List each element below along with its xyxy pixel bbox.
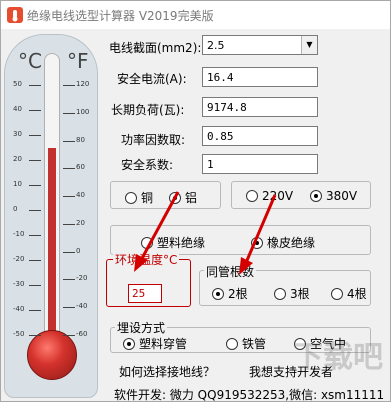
fahrenheit-tick-label: 120 [76, 80, 90, 88]
chevron-down-icon[interactable]: ▼ [301, 36, 317, 54]
wire-section-value: 2.5 [207, 39, 225, 52]
svg-text:下载吧: 下载吧 [293, 340, 383, 375]
celsius-tick [29, 110, 41, 111]
app-window: 绝缘电线选型计算器 V2019完美版 °C °F 50 40 30 20 10 0 -10-… [0, 0, 391, 402]
laying-method-label: 埋设方式 [115, 319, 168, 336]
radio-plastic-conduit[interactable]: 塑料穿管 [123, 335, 187, 352]
power-factor-field[interactable]: 0.85 [202, 126, 318, 146]
safety-factor-label: 安全系数: [121, 158, 174, 172]
fahrenheit-tick [63, 279, 75, 281]
celsius-tick [29, 310, 41, 311]
annotation-arrow-temp [134, 191, 180, 272]
celsius-tick-label: -50 [13, 330, 25, 338]
fahrenheit-tick [63, 140, 75, 142]
radio-4-wires[interactable]: 4根 [331, 285, 367, 302]
radio-aluminum-label: 铝 [185, 191, 198, 205]
celsius-tick [29, 260, 41, 261]
wire-section-select[interactable]: 2.5 ▼ [202, 35, 318, 55]
celsius-tick-label: 20 [13, 155, 22, 163]
fahrenheit-tick [63, 85, 75, 86]
annotation-arrow-count [239, 194, 277, 275]
window-title: 绝缘电线选型计算器 V2019完美版 [27, 9, 214, 23]
celsius-tick-label: 40 [13, 105, 22, 113]
radio-plastic-conduit-dot[interactable] [123, 337, 135, 350]
celsius-tick [29, 85, 41, 86]
radio-380v[interactable]: 380V [310, 189, 357, 203]
safety-factor-field[interactable]: 1 [202, 154, 318, 174]
fahrenheit-tick-label: -20 [76, 274, 88, 283]
fahrenheit-tick [63, 223, 75, 225]
mercury-column [48, 147, 56, 345]
fahrenheit-tick [63, 251, 75, 253]
fahrenheit-tick-label: -40 [76, 302, 88, 311]
celsius-tick [29, 210, 41, 211]
title-bar: 绝缘电线选型计算器 V2019完美版 [1, 1, 390, 29]
radio-4-wires-dot[interactable] [331, 287, 343, 300]
safe-current-label: 安全电流(A): [117, 72, 187, 86]
fahrenheit-tick-label: 0 [76, 246, 81, 255]
fahrenheit-tick-label: 20 [76, 218, 85, 227]
celsius-tick-label: 50 [13, 80, 22, 88]
watermark-logo: 下载吧 [293, 340, 383, 375]
radio-iron-pipe[interactable]: 铁管 [226, 335, 266, 352]
radio-iron-pipe-label: 铁管 [242, 337, 267, 351]
fahrenheit-symbol: °F [67, 49, 89, 73]
celsius-tick-label: -40 [13, 305, 25, 313]
fahrenheit-tick-label: -60 [76, 330, 88, 338]
celsius-tick-label: 10 [13, 180, 22, 188]
long-load-field[interactable]: 9174.8 [202, 97, 318, 117]
radio-iron-pipe-dot[interactable] [226, 337, 238, 350]
celsius-tick-label: -10 [13, 230, 25, 238]
wire-section-label: 电线截面(mm2): [109, 41, 202, 55]
celsius-tick [29, 285, 41, 286]
fahrenheit-tick [63, 307, 75, 309]
safe-current-field[interactable]: 16.4 [202, 67, 318, 87]
radio-4-wires-label: 4根 [347, 287, 367, 301]
radio-2-wires[interactable]: 2根 [212, 285, 248, 302]
celsius-symbol: °C [18, 49, 42, 73]
fahrenheit-tick-label: 40 [76, 191, 85, 200]
radio-3-wires[interactable]: 3根 [274, 285, 310, 302]
celsius-tick [29, 135, 41, 136]
fahrenheit-tick-label: 60 [76, 163, 85, 172]
celsius-tick-label: -30 [13, 280, 25, 288]
developer-info: 软件开发: 微力 QQ919532253,微信: xsm11111 [114, 388, 385, 402]
thermometer: °C °F 50 40 30 20 10 0 -10 -20 -30 -40 -50 120 100 8… [4, 34, 98, 398]
radio-3-wires-dot[interactable] [274, 287, 286, 300]
long-load-label: 长期负荷(瓦): [111, 103, 185, 117]
app-icon [7, 7, 23, 23]
fahrenheit-tick [63, 168, 75, 170]
fahrenheit-tick [63, 335, 75, 336]
celsius-tick [29, 235, 41, 236]
fahrenheit-tick [63, 196, 75, 198]
radio-plastic-conduit-label: 塑料穿管 [139, 337, 188, 351]
thermometer-bulb [27, 330, 77, 380]
celsius-tick [29, 335, 41, 336]
radio-380v-label: 380V [326, 189, 358, 203]
power-factor-label: 功率因数取: [121, 133, 186, 147]
radio-3-wires-label: 3根 [290, 287, 310, 301]
fahrenheit-tick-label: 100 [76, 107, 90, 116]
ambient-temp-field[interactable]: 25 [128, 284, 162, 303]
fahrenheit-tick-label: 80 [76, 135, 85, 144]
celsius-tick [29, 185, 41, 186]
radio-2-wires-dot[interactable] [212, 287, 224, 300]
fahrenheit-tick [63, 112, 75, 114]
radio-2-wires-label: 2根 [228, 287, 248, 301]
celsius-tick-label: 0 [13, 205, 18, 213]
ground-wire-link[interactable]: 如何选择接地线？ [119, 363, 215, 380]
celsius-tick-label: -20 [13, 255, 25, 263]
celsius-tick [29, 160, 41, 161]
celsius-tick-label: 30 [13, 130, 22, 138]
radio-380v-dot[interactable] [310, 190, 322, 202]
